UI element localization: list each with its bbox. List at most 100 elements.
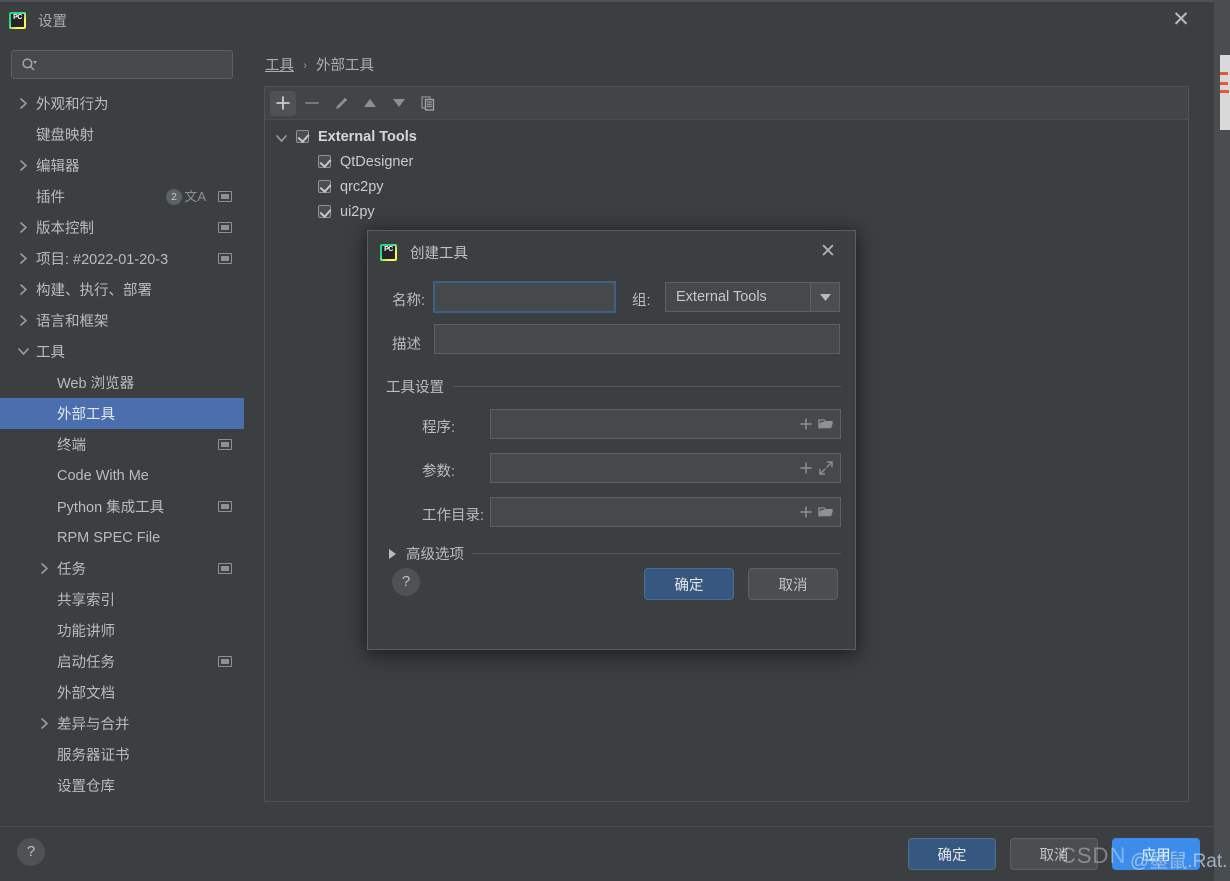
sidebar-item-16[interactable]: 共享索引 <box>0 584 244 615</box>
sidebar-item-15[interactable]: 任务 <box>0 553 244 584</box>
tool-tree-item-2[interactable]: ui2py <box>265 199 1188 224</box>
sidebar-item-label: 外部文档 <box>57 686 115 702</box>
sidebar-item-12[interactable]: Code With Me <box>0 460 244 491</box>
chevron-right-icon[interactable] <box>37 562 51 576</box>
sidebar-item-label: 启动任务 <box>57 655 115 671</box>
name-input[interactable] <box>433 281 616 313</box>
sidebar-item-11[interactable]: 终端 <box>0 429 244 460</box>
chevron-right-icon[interactable] <box>16 97 30 111</box>
description-input[interactable] <box>434 324 840 354</box>
project-scope-icon <box>218 563 232 574</box>
dialog-field-0: 程序: <box>386 409 841 441</box>
cancel-button[interactable]: 取消 <box>1010 838 1098 870</box>
ok-button[interactable]: 确定 <box>908 838 996 870</box>
titlebar-accent <box>0 0 1214 2</box>
sidebar-item-21[interactable]: 服务器证书 <box>0 739 244 770</box>
plus-icon[interactable] <box>799 461 813 475</box>
sidebar-item-2[interactable]: 编辑器 <box>0 150 244 181</box>
dialog-field-label: 参数: <box>422 464 456 480</box>
sidebar-item-8[interactable]: 工具 <box>0 336 244 367</box>
chevron-right-icon[interactable] <box>16 159 30 173</box>
help-button[interactable]: ? <box>17 838 45 866</box>
dialog-help-button[interactable]: ? <box>392 568 420 596</box>
move-down-button[interactable] <box>386 91 412 116</box>
dialog-cancel-button[interactable]: 取消 <box>748 568 838 600</box>
apply-button[interactable]: 应用 <box>1112 838 1200 870</box>
sidebar-item-22[interactable]: 设置仓库 <box>0 770 244 801</box>
add-button[interactable] <box>270 90 296 116</box>
tool-tree-item-label: QtDesigner <box>340 153 414 170</box>
sidebar-item-5[interactable]: 项目: #2022-01-20-3 <box>0 243 244 274</box>
dialog-field-input[interactable] <box>490 409 841 439</box>
group-select[interactable]: External Tools <box>665 282 840 312</box>
project-scope-icon <box>218 191 232 202</box>
sidebar-item-1[interactable]: 键盘映射 <box>0 119 244 150</box>
root-checkbox[interactable] <box>296 130 309 143</box>
tool-checkbox[interactable] <box>318 205 331 218</box>
edit-button[interactable] <box>328 91 354 116</box>
sidebar-item-20[interactable]: 差异与合并 <box>0 708 244 739</box>
sidebar-item-10[interactable]: 外部工具 <box>0 398 244 429</box>
breadcrumb-separator: › <box>303 57 307 72</box>
chevron-down-icon[interactable] <box>16 345 30 359</box>
chevron-right-icon[interactable] <box>37 717 51 731</box>
sidebar-item-9[interactable]: Web 浏览器 <box>0 367 244 398</box>
chevron-right-icon[interactable] <box>16 252 30 266</box>
advanced-options-toggle[interactable]: 高级选项 <box>386 543 841 564</box>
sidebar-item-0[interactable]: 外观和行为 <box>0 88 244 119</box>
tool-checkbox[interactable] <box>318 180 331 193</box>
dialog-field-1: 参数: <box>386 453 841 485</box>
chevron-down-icon[interactable] <box>276 130 288 143</box>
dialog-close-icon[interactable]: ✕ <box>817 241 839 263</box>
search-input[interactable] <box>42 51 226 78</box>
sidebar-item-label: 共享索引 <box>57 593 115 609</box>
dialog-field-input[interactable] <box>490 497 841 527</box>
dialog-ok-button[interactable]: 确定 <box>644 568 734 600</box>
dialog-field-2: 工作目录: <box>386 497 841 529</box>
folder-icon[interactable] <box>818 504 834 520</box>
sidebar-item-4[interactable]: 版本控制 <box>0 212 244 243</box>
sidebar-item-7[interactable]: 语言和框架 <box>0 305 244 336</box>
plus-icon[interactable] <box>799 505 813 519</box>
sidebar-item-label: 服务器证书 <box>57 748 130 764</box>
remove-button[interactable] <box>299 91 325 116</box>
chevron-right-icon[interactable] <box>16 314 30 328</box>
chevron-right-icon[interactable] <box>16 283 30 297</box>
advanced-options-label: 高级选项 <box>406 547 464 563</box>
dialog-actions: 确定 取消 <box>644 568 838 600</box>
copy-button[interactable] <box>415 91 441 116</box>
dialog-desc-row: 描述 <box>368 324 857 362</box>
folder-icon[interactable] <box>818 416 834 432</box>
sidebar-item-18[interactable]: 启动任务 <box>0 646 244 677</box>
sidebar-item-3[interactable]: 插件 2 文A <box>0 181 244 212</box>
sidebar-item-label: 项目: #2022-01-20-3 <box>36 252 169 268</box>
plus-icon[interactable] <box>799 417 813 431</box>
tool-tree-item-1[interactable]: qrc2py <box>265 174 1188 199</box>
translate-icon: 文A <box>184 189 206 204</box>
chevron-down-icon[interactable] <box>810 283 839 311</box>
expand-icon[interactable] <box>818 460 834 476</box>
arrow-down-icon <box>392 98 406 108</box>
bottom-actions: 确定 取消 应用 <box>908 838 1200 870</box>
sidebar-item-17[interactable]: 功能讲师 <box>0 615 244 646</box>
tool-tree-root[interactable]: External Tools <box>265 124 1188 149</box>
move-up-button[interactable] <box>357 91 383 116</box>
screen-root: PC 设置 ✕ 外观和行为 键盘映射 编辑器 插件 2 文A 版本控制 项目: … <box>0 0 1230 881</box>
description-label: 描述 <box>392 337 421 353</box>
tool-tree-item-0[interactable]: QtDesigner <box>265 149 1188 174</box>
search-box[interactable] <box>11 50 233 79</box>
breadcrumb-parent[interactable]: 工具 <box>265 54 294 75</box>
sidebar-item-14[interactable]: RPM SPEC File <box>0 522 244 553</box>
sidebar-item-13[interactable]: Python 集成工具 <box>0 491 244 522</box>
close-icon[interactable]: ✕ <box>1170 9 1192 32</box>
advanced-divider <box>472 553 841 554</box>
tool-checkbox[interactable] <box>318 155 331 168</box>
sidebar-item-6[interactable]: 构建、执行、部署 <box>0 274 244 305</box>
minus-icon <box>305 96 319 110</box>
chevron-right-icon[interactable] <box>16 221 30 235</box>
dialog-field-input[interactable] <box>490 453 841 483</box>
sidebar-item-19[interactable]: 外部文档 <box>0 677 244 708</box>
sidebar-item-label: 任务 <box>57 562 86 578</box>
pycharm-icon-label: PC <box>13 14 22 21</box>
tool-settings-fields: 程序: 参数: 工作目录: <box>386 409 841 529</box>
